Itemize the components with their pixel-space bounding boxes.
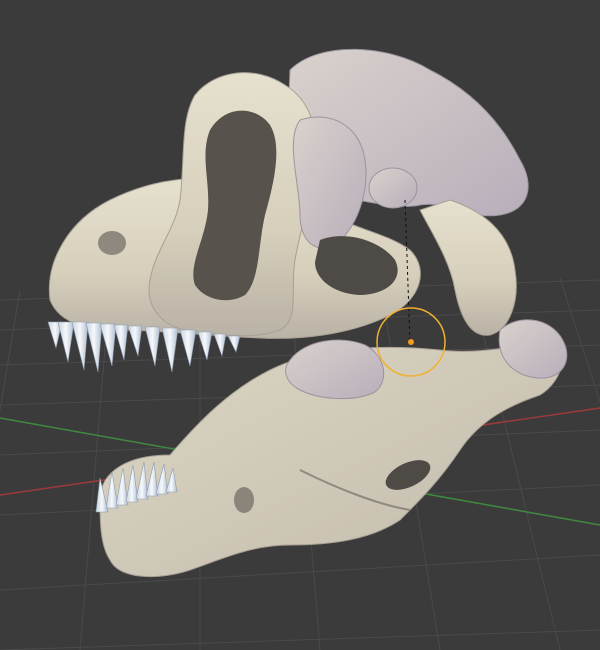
nasal-opening — [98, 231, 126, 255]
jaw-foramen — [234, 487, 254, 513]
viewport-scene[interactable] — [0, 0, 600, 650]
skull-model[interactable] — [47, 48, 568, 578]
bone-knob[interactable] — [368, 167, 418, 209]
3d-viewport[interactable] — [0, 0, 600, 650]
cursor-center-dot — [408, 339, 414, 345]
quadrate-bone[interactable] — [419, 199, 517, 336]
jaw-joint[interactable] — [285, 339, 385, 400]
